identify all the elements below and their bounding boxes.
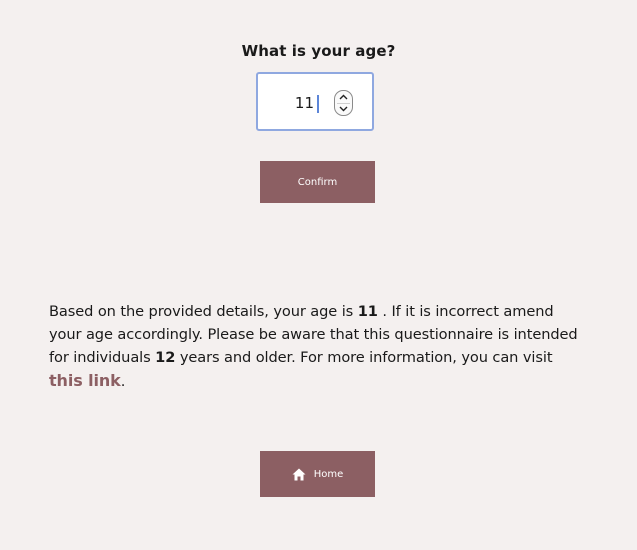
chevron-down-icon [339,106,348,112]
confirm-button[interactable]: Confirm [260,161,375,203]
home-icon [292,468,306,480]
increment-button[interactable] [335,91,352,103]
age-input[interactable]: 11 [256,72,374,131]
info-text-part4: . [120,373,126,390]
chevron-up-icon [339,94,348,100]
info-text-part1: Based on the provided details, your age … [49,303,358,320]
decrement-button[interactable] [335,103,352,115]
age-info-text: Based on the provided details, your age … [49,300,589,393]
age-question-label: What is your age? [241,42,396,60]
age-input-value[interactable]: 11 [295,94,314,112]
info-text-part3: years and older. For more information, y… [175,349,553,366]
confirm-button-label: Confirm [297,176,338,188]
info-age-value: 11 [357,303,378,320]
info-min-age-value: 12 [155,349,176,366]
home-button[interactable]: Home [260,451,375,497]
home-button-label: Home [313,468,344,480]
age-stepper[interactable] [334,90,353,116]
more-info-link[interactable]: this link [49,371,121,390]
text-caret [317,95,319,113]
